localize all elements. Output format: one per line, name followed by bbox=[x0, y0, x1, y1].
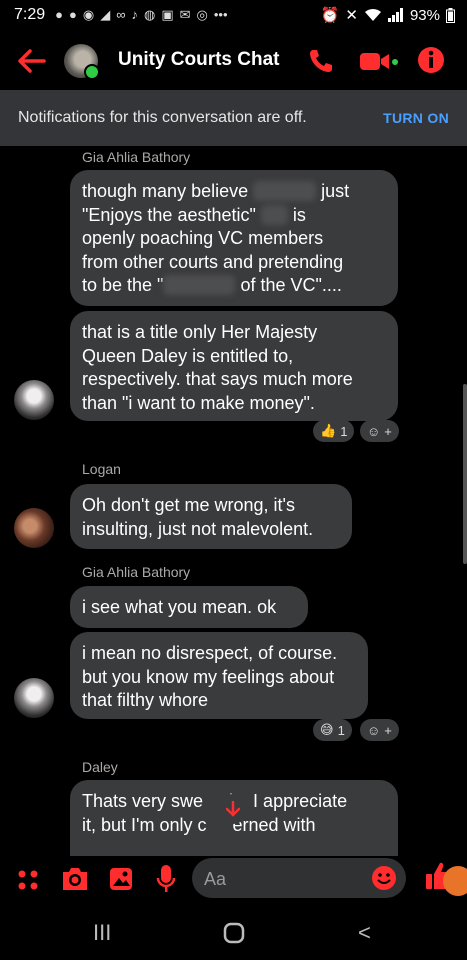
floating-bubble-icon[interactable] bbox=[443, 866, 467, 896]
message-text: it, but I'm only c bbox=[82, 814, 207, 835]
redacted-text: xxx bbox=[260, 204, 288, 225]
signal-icon bbox=[387, 8, 403, 22]
notification-icon: ◍ bbox=[143, 7, 156, 22]
message-text: i mean no disrespect, of course. bbox=[82, 643, 338, 663]
message-text: i see what you mean. ok bbox=[82, 597, 277, 617]
add-reaction-button[interactable]: ☺ + bbox=[360, 719, 399, 741]
notification-icon: ∞ bbox=[116, 7, 126, 22]
more-actions-icon[interactable] bbox=[16, 868, 40, 892]
battery-icon bbox=[446, 7, 455, 23]
notification-icon: ● bbox=[55, 7, 63, 22]
message-composer: Aa bbox=[0, 856, 467, 902]
conversation-header: Unity Courts Chat bbox=[0, 30, 467, 90]
message-text: respectively. that says much more bbox=[82, 369, 353, 389]
banner-message: Notifications for this conversation are … bbox=[18, 109, 307, 126]
add-reaction-label: + bbox=[384, 423, 392, 439]
sweat-smile-icon: 😅 bbox=[320, 722, 334, 737]
message-text: but you know my feelings about bbox=[82, 666, 335, 687]
sender-name: Gia Ahlia Bathory bbox=[82, 564, 191, 580]
reaction-count: 1 bbox=[337, 722, 345, 738]
message-bubble[interactable]: Oh don't get me wrong, it's insulting, j… bbox=[70, 484, 352, 549]
notification-icon: ◎ bbox=[196, 7, 208, 22]
message-text: insulting, just not malevolent. bbox=[82, 518, 314, 539]
message-text: Queen Daley is entitled to, bbox=[82, 345, 294, 366]
add-reaction-button[interactable]: ☺ + bbox=[360, 420, 399, 442]
message-text: Oh don't get me wrong, it's bbox=[82, 495, 295, 515]
smiley-icon: ☺ bbox=[367, 423, 381, 439]
camera-icon[interactable] bbox=[60, 866, 90, 892]
nav-back-button[interactable]: < bbox=[358, 920, 371, 946]
emoji-icon[interactable] bbox=[370, 864, 398, 892]
group-avatar[interactable] bbox=[64, 44, 100, 80]
message-text: of the VC".... bbox=[240, 275, 342, 295]
message-text: to be the " bbox=[82, 275, 164, 295]
back-arrow-icon[interactable] bbox=[14, 44, 48, 78]
redacted-text: xxxxxxxx bbox=[163, 275, 236, 295]
turn-on-button[interactable]: TURN ON bbox=[383, 110, 449, 126]
notifications-off-banner: Notifications for this conversation are … bbox=[0, 90, 467, 146]
more-icon: ••• bbox=[213, 7, 228, 22]
thumbs-up-icon: 👍 bbox=[320, 423, 337, 438]
message-list[interactable]: Gia Ahlia Bathory though many believe xx… bbox=[0, 146, 467, 856]
scroll-to-bottom-button[interactable] bbox=[218, 794, 248, 824]
online-status-dot bbox=[84, 64, 100, 80]
notification-icon: ◉ bbox=[82, 7, 95, 22]
wifi-icon bbox=[364, 8, 381, 21]
message-text: that is a title only Her Majesty bbox=[82, 322, 318, 342]
notification-icon: ● bbox=[69, 7, 77, 22]
message-bubble[interactable]: i mean no disrespect, of course. but you… bbox=[70, 632, 368, 719]
message-input[interactable]: Aa bbox=[192, 858, 406, 898]
sender-name: Daley bbox=[82, 759, 118, 775]
message-input-placeholder: Aa bbox=[204, 869, 227, 889]
reaction-badge[interactable]: 😅 1 bbox=[313, 719, 352, 741]
sender-name: Logan bbox=[82, 461, 121, 477]
message-text: openly poaching VC members bbox=[82, 228, 324, 248]
home-button[interactable] bbox=[223, 922, 245, 944]
message-text: just bbox=[321, 181, 350, 201]
message-bubble[interactable]: i see what you mean. ok bbox=[70, 586, 308, 628]
reaction-badge[interactable]: 👍 1 bbox=[313, 420, 355, 442]
status-bar: 7:29 ● ● ◉ ◢ ∞ ♪ ◍ ▣ ✉ ◎ ••• ⏰ ✕ 93% bbox=[0, 0, 467, 30]
notification-icons: ● ● ◉ ◢ ∞ ♪ ◍ ▣ ✉ ◎ ••• bbox=[55, 7, 227, 23]
gia-avatar[interactable] bbox=[14, 678, 54, 718]
smiley-icon: ☺ bbox=[367, 722, 381, 738]
video-call-icon[interactable] bbox=[358, 50, 398, 74]
message-text: Thats very swe bbox=[82, 791, 204, 811]
info-icon[interactable] bbox=[417, 46, 445, 74]
reaction-count: 1 bbox=[340, 423, 348, 439]
gia-avatar[interactable] bbox=[14, 380, 54, 420]
message-text: is bbox=[292, 204, 306, 225]
arrow-down-icon bbox=[226, 801, 240, 817]
recent-apps-button[interactable]: III bbox=[93, 920, 111, 946]
message-bubble[interactable]: that is a title only Her Majesty Queen D… bbox=[70, 311, 398, 421]
message-text: "Enjoys the aesthetic" bbox=[82, 204, 256, 225]
phone-call-icon[interactable] bbox=[306, 46, 336, 76]
message-text: from other courts and pretending bbox=[82, 251, 344, 272]
logan-avatar[interactable] bbox=[14, 508, 54, 548]
message-text: than "i want to make money". bbox=[82, 392, 315, 413]
mute-icon: ✕ bbox=[345, 7, 358, 24]
conversation-title[interactable]: Unity Courts Chat bbox=[118, 49, 280, 71]
system-status: ⏰ ✕ 93% bbox=[321, 6, 455, 24]
notification-icon: ◢ bbox=[100, 7, 111, 22]
message-text: that filthy whore bbox=[82, 690, 209, 710]
clock: 7:29 bbox=[14, 6, 46, 23]
add-reaction-label: + bbox=[384, 722, 392, 738]
notification-icon: ▣ bbox=[161, 7, 174, 22]
scrollbar[interactable] bbox=[463, 384, 467, 564]
message-bubble[interactable]: though many believe xxxxxxx just "Enjoys… bbox=[70, 170, 398, 306]
message-text: though many believe bbox=[82, 181, 249, 201]
redacted-text: xxxxxxx bbox=[253, 181, 317, 201]
alarm-icon: ⏰ bbox=[320, 7, 340, 24]
notification-icon: ✉ bbox=[179, 7, 191, 22]
system-navigation-bar: III < bbox=[0, 902, 467, 960]
microphone-icon[interactable] bbox=[156, 864, 176, 894]
gallery-icon[interactable] bbox=[108, 866, 134, 892]
battery-percent: 93% bbox=[409, 6, 440, 24]
sender-name: Gia Ahlia Bathory bbox=[82, 149, 191, 165]
notification-icon: ♪ bbox=[131, 7, 138, 22]
